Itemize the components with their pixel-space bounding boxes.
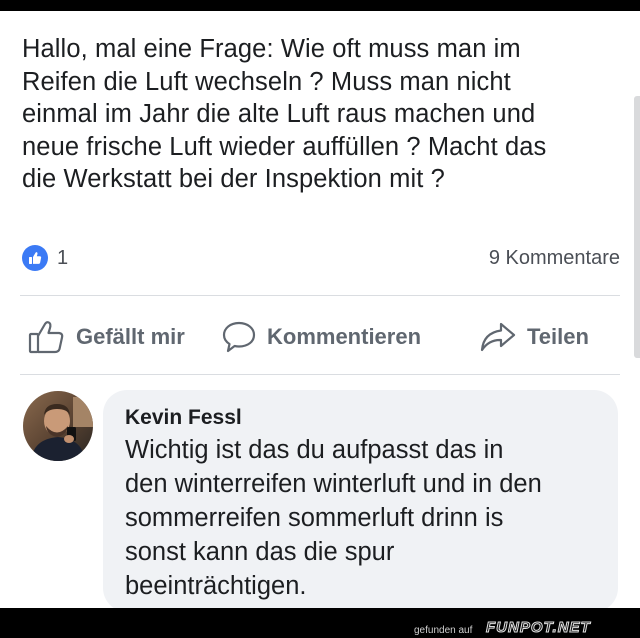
like-thumb-icon bbox=[22, 245, 48, 271]
watermark-logo: FUNPOT.NET bbox=[486, 619, 591, 637]
reaction-summary[interactable]: 1 bbox=[22, 245, 68, 271]
comment-count-link[interactable]: 9 Kommentare bbox=[489, 245, 620, 271]
comment-author[interactable]: Kevin Fessl bbox=[125, 406, 242, 430]
post-body: Hallo, mal eine Frage: Wie oft muss man … bbox=[22, 33, 622, 196]
post-line: Reifen die Luft wechseln ? Muss man nich… bbox=[22, 67, 511, 96]
divider bbox=[20, 374, 620, 375]
comment-line: den winterreifen winterluft und in den bbox=[125, 470, 542, 498]
like-count: 1 bbox=[57, 246, 69, 269]
post-line: neue frische Luft wieder auffüllen ? Mac… bbox=[22, 132, 547, 161]
share-button-label: Teilen bbox=[527, 324, 589, 349]
post-line: die Werkstatt bei der Inspektion mit ? bbox=[22, 165, 445, 193]
facebook-post-card: Hallo, mal eine Frage: Wie oft muss man … bbox=[0, 11, 640, 608]
thumbs-up-outline-icon bbox=[28, 319, 66, 355]
scrollbar[interactable] bbox=[634, 96, 640, 358]
post-line: einmal im Jahr die alte Luft raus machen… bbox=[22, 100, 536, 128]
share-button[interactable]: Teilen bbox=[479, 319, 589, 355]
watermark-bar: gefunden auf FUNPOT.NET bbox=[0, 608, 640, 638]
comment-button[interactable]: Kommentieren bbox=[221, 319, 421, 355]
comment-line: sonst kann das die spur bbox=[125, 538, 395, 566]
like-button[interactable]: Gefällt mir bbox=[28, 319, 185, 355]
like-button-label: Gefällt mir bbox=[76, 324, 185, 349]
watermark-prefix: gefunden auf bbox=[414, 625, 473, 636]
comment-text: Wichtig ist das du aufpasst das in den w… bbox=[125, 433, 610, 603]
avatar[interactable] bbox=[23, 391, 93, 461]
comment-line: beeinträchtigen. bbox=[125, 572, 307, 600]
post-line: Hallo, mal eine Frage: Wie oft muss man … bbox=[22, 35, 521, 63]
comment-bubble: Kevin Fessl Wichtig ist das du aufpasst … bbox=[103, 390, 618, 608]
share-arrow-icon bbox=[479, 319, 517, 355]
comment-line: sommerreifen sommerluft drinn is bbox=[125, 504, 504, 532]
divider bbox=[20, 295, 620, 296]
speech-bubble-icon bbox=[221, 319, 257, 355]
comment-button-label: Kommentieren bbox=[267, 324, 422, 349]
comment-line: Wichtig ist das du aufpasst das in bbox=[125, 436, 504, 464]
